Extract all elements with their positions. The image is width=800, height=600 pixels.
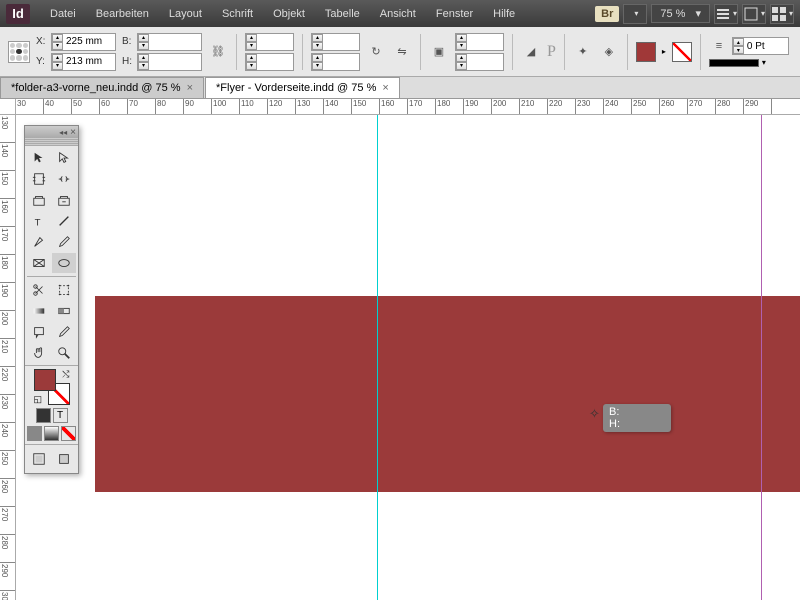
menubar: Id DateiBearbeitenLayoutSchriftObjektTab…: [0, 0, 800, 27]
view-options-button[interactable]: [714, 4, 738, 24]
type-tool[interactable]: T: [27, 211, 51, 231]
pen-tool[interactable]: [27, 232, 51, 252]
stroke-weight-icon: ≡: [709, 36, 729, 56]
zoom-tool[interactable]: [52, 343, 76, 363]
none-mode-button[interactable]: [61, 426, 76, 441]
line-tool[interactable]: [52, 211, 76, 231]
default-colors-icon[interactable]: ◱: [34, 394, 43, 405]
height-input[interactable]: ▴▾: [137, 53, 202, 71]
screen-mode-button[interactable]: [742, 4, 766, 24]
rectangle-frame-tool[interactable]: [27, 253, 51, 273]
y-label: Y:: [36, 56, 48, 67]
toolbox-panel: ◂◂ × T: [24, 125, 79, 474]
menu-datei[interactable]: Datei: [40, 8, 86, 20]
paragraph-icon[interactable]: P: [547, 43, 556, 61]
direct-selection-tool[interactable]: [52, 148, 76, 168]
toolbox-grip[interactable]: [25, 138, 78, 146]
width-label: B:: [122, 36, 134, 47]
zoom-dropdown[interactable]: 75 %▾: [651, 4, 710, 23]
offset-x-input[interactable]: ▴▾: [455, 33, 504, 51]
bridge-dropdown[interactable]: [623, 4, 647, 24]
constrain-icon[interactable]: ⛓: [208, 42, 228, 62]
menu-ansicht[interactable]: Ansicht: [370, 8, 426, 20]
menu-fenster[interactable]: Fenster: [426, 8, 483, 20]
menu-bearbeiten[interactable]: Bearbeiten: [86, 8, 159, 20]
x-label: X:: [36, 36, 48, 47]
flip-h-icon[interactable]: ⇋: [392, 42, 412, 62]
hand-tool[interactable]: [27, 343, 51, 363]
control-bar: X:▴▾ Y:▴▾ B:▴▾ H:▴▾ ⛓ ▴▾ ▴▾ ▴▾ ▴▾ ↻ ⇋ ▣ …: [0, 27, 800, 77]
measurement-tooltip: B: H:: [603, 404, 671, 432]
eyedropper-tool[interactable]: [52, 322, 76, 342]
width-input[interactable]: ▴▾: [137, 33, 202, 51]
guide-vertical[interactable]: [377, 115, 378, 600]
scale-x-input[interactable]: ▴▾: [245, 33, 294, 51]
shear-input[interactable]: ▴▾: [311, 53, 360, 71]
canvas[interactable]: ✧ B: H:: [16, 115, 800, 600]
height-label: H:: [122, 56, 134, 67]
rotate-input[interactable]: ▴▾: [311, 33, 360, 51]
fill-color-box[interactable]: [34, 369, 56, 391]
scale-y-input[interactable]: ▴▾: [245, 53, 294, 71]
x-input[interactable]: ▴▾: [51, 33, 116, 51]
apply-text-button[interactable]: T: [53, 408, 68, 423]
scissors-tool[interactable]: [27, 280, 51, 300]
container-icon[interactable]: ▣: [429, 42, 449, 62]
ruler-vertical[interactable]: 1301401501601701801902002102202302402502…: [0, 115, 16, 600]
menu-layout[interactable]: Layout: [159, 8, 212, 20]
stroke-style[interactable]: [709, 59, 759, 67]
content-placer-tool[interactable]: [52, 190, 76, 210]
fill-stroke-proxy[interactable]: ⤭ ◱: [34, 369, 70, 405]
document-tab-0[interactable]: *folder-a3-vorne_neu.indd @ 75 %×: [0, 77, 204, 98]
stroke-weight-input[interactable]: ▴▾: [732, 37, 789, 55]
rectangle-tool[interactable]: [52, 253, 76, 273]
preview-view-button[interactable]: [54, 449, 75, 469]
gradient-feather-tool[interactable]: [52, 301, 76, 321]
tab-close-icon[interactable]: ×: [382, 82, 388, 94]
apply-color-button[interactable]: [36, 408, 51, 423]
crosshair-cursor: ✧: [589, 406, 600, 422]
free-transform-tool[interactable]: [52, 280, 76, 300]
menu-schrift[interactable]: Schrift: [212, 8, 263, 20]
app-logo: Id: [6, 4, 30, 24]
note-tool[interactable]: [27, 322, 51, 342]
selection-tool[interactable]: [27, 148, 51, 168]
reference-point-grid[interactable]: [8, 41, 30, 63]
ruler-horizontal[interactable]: 3040506070809010011012013014015016017018…: [16, 99, 800, 115]
content-collector-tool[interactable]: [27, 190, 51, 210]
fill-swatch[interactable]: [636, 42, 656, 62]
normal-view-button[interactable]: [29, 449, 50, 469]
color-mode-button[interactable]: [27, 426, 42, 441]
gap-tool[interactable]: [52, 169, 76, 189]
document-tab-1[interactable]: *Flyer - Vorderseite.indd @ 75 %×: [205, 77, 400, 98]
guide-vertical-2[interactable]: [761, 115, 762, 600]
y-input[interactable]: ▴▾: [51, 53, 116, 71]
toolbox-header[interactable]: ◂◂ ×: [25, 126, 78, 138]
page-tool[interactable]: [27, 169, 51, 189]
swap-colors-icon[interactable]: ⤭: [62, 369, 69, 380]
document-tabs: *folder-a3-vorne_neu.indd @ 75 %×*Flyer …: [0, 77, 800, 99]
svg-text:T: T: [35, 217, 41, 228]
tab-close-icon[interactable]: ×: [187, 82, 193, 94]
corner-icon[interactable]: ◢: [521, 42, 541, 62]
wrap-icon[interactable]: ✦: [573, 42, 593, 62]
menu-tabelle[interactable]: Tabelle: [315, 8, 370, 20]
rectangle-object[interactable]: [95, 296, 800, 492]
bridge-button[interactable]: Br: [595, 6, 619, 22]
menu-hilfe[interactable]: Hilfe: [483, 8, 525, 20]
ruler-origin[interactable]: [0, 99, 16, 115]
workspace: 3040506070809010011012013014015016017018…: [0, 99, 800, 600]
gradient-mode-button[interactable]: [44, 426, 59, 441]
rotate-cw-icon[interactable]: ↻: [366, 42, 386, 62]
pencil-tool[interactable]: [52, 232, 76, 252]
gradient-swatch-tool[interactable]: [27, 301, 51, 321]
stroke-swatch[interactable]: [672, 42, 692, 62]
offset-y-input[interactable]: ▴▾: [455, 53, 504, 71]
menu-objekt[interactable]: Objekt: [263, 8, 315, 20]
effects-icon[interactable]: ◈: [599, 42, 619, 62]
arrange-button[interactable]: [770, 4, 794, 24]
